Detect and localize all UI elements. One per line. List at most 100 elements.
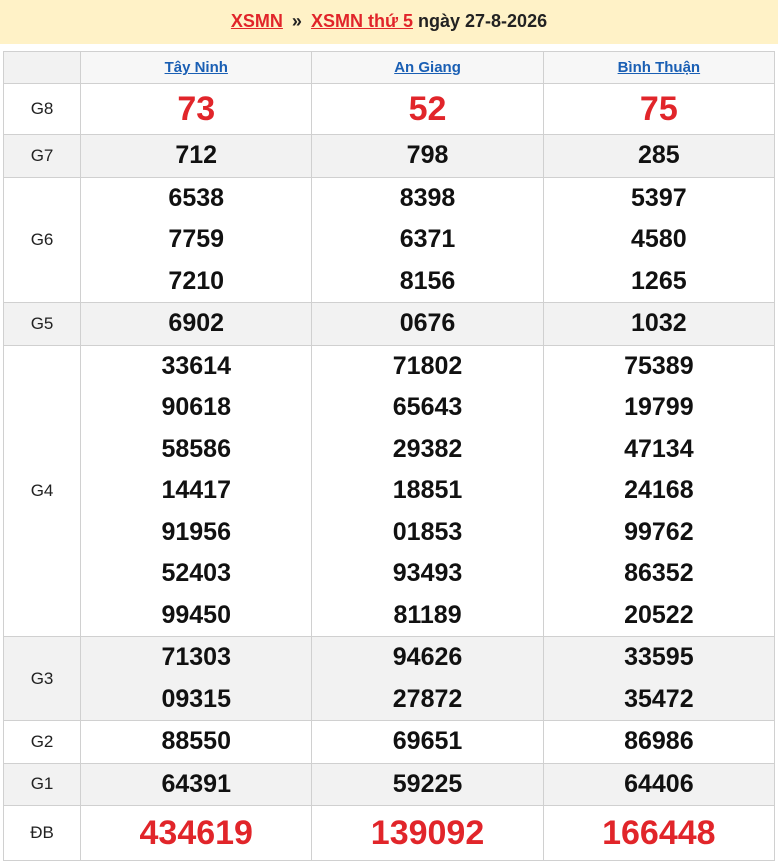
prize-cell: 6902 <box>80 302 313 346</box>
prize-number: 712 <box>175 141 218 169</box>
prize-number: 90618 <box>161 393 231 421</box>
province-link-binh-thuan[interactable]: Bình Thuận <box>618 59 701 76</box>
prize-number: 64391 <box>161 769 231 798</box>
prize-number: 69651 <box>392 727 463 755</box>
prize-number: 75 <box>639 90 678 128</box>
prize-number: 14417 <box>161 476 231 504</box>
prize-number: 4580 <box>631 225 687 253</box>
prize-cell: 69651 <box>311 720 544 764</box>
prize-number: 86352 <box>624 559 694 587</box>
prize-label: G1 <box>2 762 82 806</box>
prize-number: 94626 <box>392 643 463 671</box>
prize-cell: 75 <box>542 83 776 135</box>
prize-row: G4 33614 90618 58586 14417 91956 52403 99450 718… <box>2 344 776 637</box>
prize-label: G3 <box>2 636 82 721</box>
prize-cell: 434619 <box>80 805 313 861</box>
prize-row: G2 88550 69651 86986 <box>2 720 776 764</box>
prize-cell: 71303 09315 <box>80 636 313 721</box>
province-header-cell: An Giang <box>311 51 544 84</box>
province-header-cell: Tây Ninh <box>80 51 313 84</box>
prize-number: 6538 <box>168 183 225 212</box>
prize-number: 20522 <box>624 600 694 629</box>
prize-number: 7759 <box>168 225 225 253</box>
prize-label: G7 <box>2 134 82 178</box>
prize-cell: 33614 90618 58586 14417 91956 52403 99450 <box>80 344 313 637</box>
prize-cell: 88550 <box>80 720 313 764</box>
prize-number: 166448 <box>602 814 716 852</box>
prize-number: 99762 <box>624 517 694 546</box>
prize-number: 0676 <box>399 309 456 337</box>
prize-label: G8 <box>2 83 82 135</box>
prize-number: 139092 <box>370 814 485 852</box>
prize-cell: 33595 35472 <box>542 636 776 721</box>
breadcrumb-link-xsmn[interactable]: XSMN <box>231 11 283 31</box>
prize-number: 93493 <box>392 559 463 587</box>
province-header-cell: Bình Thuận <box>542 51 776 84</box>
table-header-row: Tây Ninh An Giang Bình Thuận <box>2 51 776 84</box>
prize-number: 7210 <box>168 266 225 295</box>
prize-cell: 59225 <box>311 762 544 806</box>
prize-number: 434619 <box>139 814 253 852</box>
breadcrumb-link-xsmn-thu5[interactable]: XSMN thứ 5 <box>311 11 413 31</box>
prize-number: 5397 <box>631 183 687 212</box>
prize-row: ĐB 434619 139092 166448 <box>2 805 776 861</box>
prize-cell: 52 <box>311 83 544 135</box>
prize-cell: 6538 7759 7210 <box>80 176 313 303</box>
province-link-an-giang[interactable]: An Giang <box>394 59 461 76</box>
prize-number: 75389 <box>624 351 694 380</box>
prize-number: 285 <box>637 141 680 169</box>
prize-number: 33614 <box>161 351 231 380</box>
prize-number: 91956 <box>161 517 231 546</box>
prize-cell: 5397 4580 1265 <box>542 176 776 303</box>
prize-number: 27872 <box>392 684 463 713</box>
prize-number: 24168 <box>624 476 694 504</box>
prize-cell: 0676 <box>311 302 544 346</box>
prize-number: 29382 <box>392 434 463 463</box>
prize-number: 81189 <box>393 600 462 629</box>
prize-label: G4 <box>2 344 82 637</box>
prize-cell: 285 <box>542 134 776 178</box>
prize-number: 58586 <box>161 434 231 463</box>
province-link-tay-ninh[interactable]: Tây Ninh <box>165 59 228 76</box>
prize-number: 52 <box>408 90 447 128</box>
prize-cell: 798 <box>311 134 544 178</box>
prize-cell: 64391 <box>80 762 313 806</box>
prize-number: 798 <box>406 141 449 169</box>
prize-number: 6371 <box>399 225 456 253</box>
prize-cell: 75389 19799 47134 24168 99762 86352 20522 <box>542 344 776 637</box>
prize-number: 64406 <box>624 769 694 798</box>
prize-label: G6 <box>2 176 82 303</box>
prize-cell: 712 <box>80 134 313 178</box>
prize-number: 99450 <box>161 600 231 629</box>
prize-cell: 8398 6371 8156 <box>311 176 544 303</box>
prize-row: G5 6902 0676 1032 <box>2 302 776 346</box>
prize-number: 47134 <box>624 434 694 463</box>
prize-row: G7 712 798 285 <box>2 134 776 178</box>
prize-number: 1265 <box>631 266 687 295</box>
prize-cell: 73 <box>80 83 313 135</box>
prize-row: G3 71303 09315 94626 27872 33595 35472 <box>2 636 776 721</box>
prize-number: 09315 <box>161 684 231 713</box>
corner-cell <box>2 51 82 84</box>
prize-cell: 139092 <box>311 805 544 861</box>
prize-row: G6 6538 7759 7210 8398 6371 8156 5397 4580 1265 <box>2 176 776 303</box>
prize-cell: 166448 <box>542 805 776 861</box>
prize-cell: 86986 <box>542 720 776 764</box>
breadcrumb-separator: » <box>291 11 302 31</box>
prize-row: G1 64391 59225 64406 <box>2 762 776 806</box>
prize-cell: 71802 65643 29382 18851 01853 93493 81189 <box>311 344 544 637</box>
breadcrumb: XSMN » XSMN thứ 5 ngày 27-8-2026 <box>0 0 778 44</box>
prize-number: 8398 <box>399 183 456 212</box>
prize-number: 86986 <box>624 727 694 755</box>
prize-number: 71303 <box>161 643 231 671</box>
prize-cell: 1032 <box>542 302 776 346</box>
prize-number: 88550 <box>161 727 231 755</box>
prize-number: 8156 <box>399 266 456 295</box>
prize-cell: 94626 27872 <box>311 636 544 721</box>
prize-number: 1032 <box>631 309 687 337</box>
prize-label: G2 <box>2 720 82 764</box>
prize-number: 52403 <box>161 559 231 587</box>
breadcrumb-date: ngày 27-8-2026 <box>418 11 548 31</box>
prize-row: G8 73 52 75 <box>2 83 776 135</box>
prize-number: 18851 <box>392 476 463 504</box>
